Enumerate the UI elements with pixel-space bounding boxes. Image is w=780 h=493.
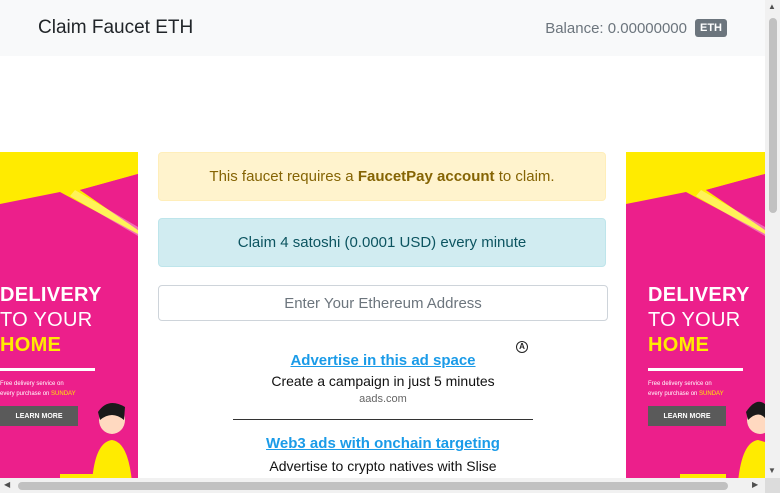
scroll-left-icon[interactable]: ◀ [4, 480, 10, 489]
claim-info-alert: Claim 4 satoshi (0.0001 USD) every minut… [158, 218, 606, 267]
horizontal-scrollbar[interactable]: ◀ ▶ [0, 478, 765, 493]
faucetpay-account-text: FaucetPay account [357, 168, 495, 185]
faucetpay-alert: This faucet requires a FaucetPay account… [158, 152, 606, 201]
horizontal-scroll-thumb[interactable] [18, 482, 728, 490]
ad2-description: Advertise to crypto natives with Slise [269, 458, 497, 474]
balance-display: Balance: 0.00000000 ETH [545, 19, 727, 37]
ad-divider [0, 368, 95, 371]
scroll-down-icon[interactable]: ▼ [768, 466, 776, 475]
ethereum-address-input[interactable] [158, 285, 608, 321]
ad-divider [648, 368, 743, 371]
advertise-link[interactable]: Advertise in this ad space [233, 352, 533, 369]
scrollbar-corner [765, 478, 780, 493]
right-banner-ad[interactable]: DELIVERY TO YOUR HOME Free delivery serv… [626, 152, 765, 482]
ad-learn-more-button[interactable]: LEARN MORE [648, 406, 726, 426]
ad1-description: Create a campaign in just 5 minutes [271, 373, 495, 389]
ad-learn-more-button[interactable]: LEARN MORE [0, 406, 78, 426]
aads-logo-icon[interactable]: A [516, 341, 528, 353]
ad-headline: DELIVERY TO YOUR HOME [0, 284, 102, 356]
scroll-right-icon[interactable]: ▶ [752, 480, 758, 489]
ad-headline: DELIVERY TO YOUR HOME [648, 284, 750, 356]
ad-small-text: Free delivery service on every purchase … [0, 381, 76, 397]
vertical-scrollbar[interactable]: ▲ ▼ [765, 0, 780, 478]
navbar: Claim Faucet ETH Balance: 0.00000000 ETH [0, 0, 765, 56]
aads-ad-unit: A Advertise in this ad space Create a ca… [233, 340, 533, 474]
ad-small-text: Free delivery service on every purchase … [648, 381, 724, 397]
vertical-scroll-thumb[interactable] [769, 18, 777, 213]
ad-separator [233, 419, 533, 420]
ad1-domain: aads.com [359, 393, 407, 405]
brand-title[interactable]: Claim Faucet ETH [38, 17, 193, 39]
left-banner-ad[interactable]: DELIVERY TO YOUR HOME Free delivery serv… [0, 152, 138, 482]
currency-badge: ETH [695, 19, 727, 37]
scroll-up-icon[interactable]: ▲ [768, 2, 776, 11]
web3-ads-link[interactable]: Web3 ads with onchain targeting [233, 435, 533, 452]
balance-label: Balance: 0.00000000 [545, 19, 687, 37]
